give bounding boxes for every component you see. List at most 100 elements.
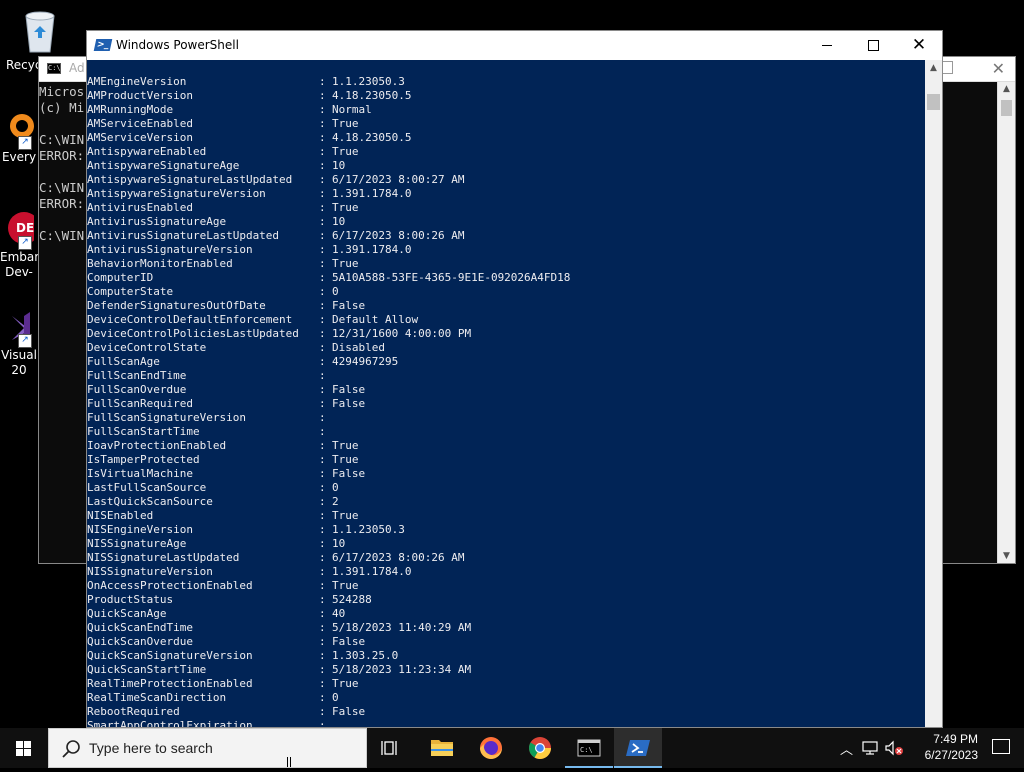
property-name: LastFullScanSource (87, 481, 207, 494)
property-separator: : (319, 159, 326, 172)
property-separator: : (319, 89, 326, 102)
show-hidden-icons-chevron-icon[interactable]: ︿ (840, 739, 853, 758)
property-separator: : (319, 285, 326, 298)
desktop-icon-embarcadero[interactable]: DE ↗ Embarc Dev- (0, 208, 46, 280)
task-view-button[interactable] (368, 728, 416, 768)
property-value: False (332, 383, 366, 396)
property-separator: : (319, 593, 326, 606)
property-separator: : (319, 383, 326, 396)
property-value: True (332, 677, 359, 690)
output-row: FullScanSignatureVersion: (87, 411, 925, 425)
close-icon[interactable]: ✕ (992, 59, 1005, 78)
property-separator: : (319, 537, 326, 550)
property-name: QuickScanOverdue (87, 635, 193, 648)
taskbar-firefox[interactable] (467, 728, 515, 768)
shortcut-arrow-icon: ↗ (18, 136, 32, 150)
output-row: AMRunningMode: Normal (87, 103, 925, 117)
property-value: 4.18.23050.5 (332, 89, 412, 102)
property-separator: : (319, 439, 326, 452)
property-name: IoavProtectionEnabled (87, 439, 227, 452)
output-row: FullScanEndTime: (87, 369, 925, 383)
property-separator: : (319, 103, 326, 116)
search-placeholder: Type here to search (89, 740, 213, 756)
property-separator: : (319, 271, 326, 284)
network-icon[interactable] (862, 740, 880, 756)
taskbar-file-explorer[interactable] (418, 728, 466, 768)
output-row: BehaviorMonitorEnabled: True (87, 257, 925, 271)
property-value: Normal (332, 103, 372, 116)
property-separator: : (319, 187, 326, 200)
cmd-scrollbar[interactable]: ▲ ▼ (997, 82, 1015, 563)
property-name: BehaviorMonitorEnabled (87, 257, 233, 270)
output-row: AMServiceEnabled: True (87, 117, 925, 131)
property-name: LastQuickScanSource (87, 495, 213, 508)
property-value: 5A10A588-53FE-4365-9E1E-092026A4FD18 (332, 271, 571, 284)
property-value: 1.391.1784.0 (332, 187, 412, 200)
start-button[interactable] (0, 728, 48, 768)
property-value: 0 (332, 691, 339, 704)
close-button[interactable]: ✕ (896, 31, 942, 60)
task-view-icon (381, 741, 397, 755)
property-name: ComputerState (87, 285, 174, 298)
scroll-up-icon[interactable]: ▲ (998, 84, 1015, 94)
recycle-bin-icon (20, 8, 60, 54)
output-row: ComputerID:5A10A588-53FE-4365-9E1E-09202… (87, 271, 925, 285)
property-separator: : (319, 579, 326, 592)
property-separator: : (319, 243, 326, 256)
output-row: AMProductVersion:4.18.23050.5 (87, 89, 925, 103)
shortcut-arrow-icon: ↗ (18, 236, 32, 250)
property-name: ComputerID (87, 271, 154, 284)
property-name: FullScanAge (87, 355, 160, 368)
powershell-window[interactable]: >_ Windows PowerShell ✕ AMEngineVersion:… (86, 30, 943, 728)
property-name: FullScanRequired (87, 397, 193, 410)
powershell-title-bar[interactable]: >_ Windows PowerShell ✕ (87, 31, 942, 60)
property-value: 6/17/2023 8:00:27 AM (332, 173, 465, 186)
windows-logo-icon (16, 741, 32, 756)
property-value: True (332, 439, 359, 452)
taskbar-command-prompt[interactable]: C:\ (565, 728, 613, 768)
desktop-icon-visual-studio[interactable]: ↗ Visual 20 (0, 306, 38, 378)
property-separator: : (319, 551, 326, 564)
taskbar-chrome[interactable] (516, 728, 564, 768)
property-name: QuickScanStartTime (87, 663, 207, 676)
output-row: OnAccessProtectionEnabled: True (87, 579, 925, 593)
property-value: True (332, 453, 359, 466)
minimize-icon (822, 44, 832, 46)
property-separator: : (319, 341, 326, 354)
text-cursor-icon (287, 757, 291, 767)
taskbar-powershell[interactable] (614, 728, 662, 768)
powershell-icon (626, 740, 650, 756)
property-value: 40 (332, 607, 346, 620)
output-row: DefenderSignaturesOutOfDate: False (87, 299, 925, 313)
desktop-icon-label: Embarc Dev- (0, 250, 46, 279)
scroll-up-icon[interactable]: ▲ (925, 63, 942, 73)
minimize-button[interactable] (804, 31, 850, 60)
property-value: 12/31/1600 4:00:00 PM (332, 327, 472, 340)
scrollbar-thumb[interactable] (1001, 100, 1012, 116)
property-value: False (332, 299, 366, 312)
maximize-button[interactable] (850, 31, 896, 60)
taskbar-search-box[interactable]: Type here to search (48, 728, 367, 768)
property-separator: : (319, 663, 326, 676)
desktop-icon-everything[interactable]: ↗ Every (0, 110, 38, 165)
output-row: AntivirusSignatureAge:10 (87, 215, 925, 229)
powershell-console-output[interactable]: AMEngineVersion:1.1.23050.3 AMProductVers… (87, 60, 925, 727)
property-name: IsVirtualMachine (87, 467, 193, 480)
scrollbar-thumb[interactable] (927, 94, 940, 110)
property-value: False (332, 705, 366, 718)
output-row: AntispywareSignatureVersion:1.391.1784.0 (87, 187, 925, 201)
output-row: AntispywareEnabled: True (87, 145, 925, 159)
taskbar-clock[interactable]: 7:49 PM 6/27/2023 (898, 731, 978, 763)
powershell-scrollbar[interactable]: ▲ (925, 60, 942, 727)
property-separator: : (319, 229, 326, 242)
scroll-down-icon[interactable]: ▼ (998, 551, 1015, 561)
property-name: DeviceControlPoliciesLastUpdated (87, 327, 299, 340)
notification-center-icon[interactable] (992, 739, 1010, 754)
output-row: NISEngineVersion:1.1.23050.3 (87, 523, 925, 537)
property-name: QuickScanAge (87, 607, 167, 620)
property-value: 0 (332, 285, 339, 298)
property-value: 1.1.23050.3 (332, 75, 405, 88)
output-row: IoavProtectionEnabled: True (87, 439, 925, 453)
cmd-window-icon: C:\ (47, 63, 61, 74)
property-separator: : (319, 467, 326, 480)
